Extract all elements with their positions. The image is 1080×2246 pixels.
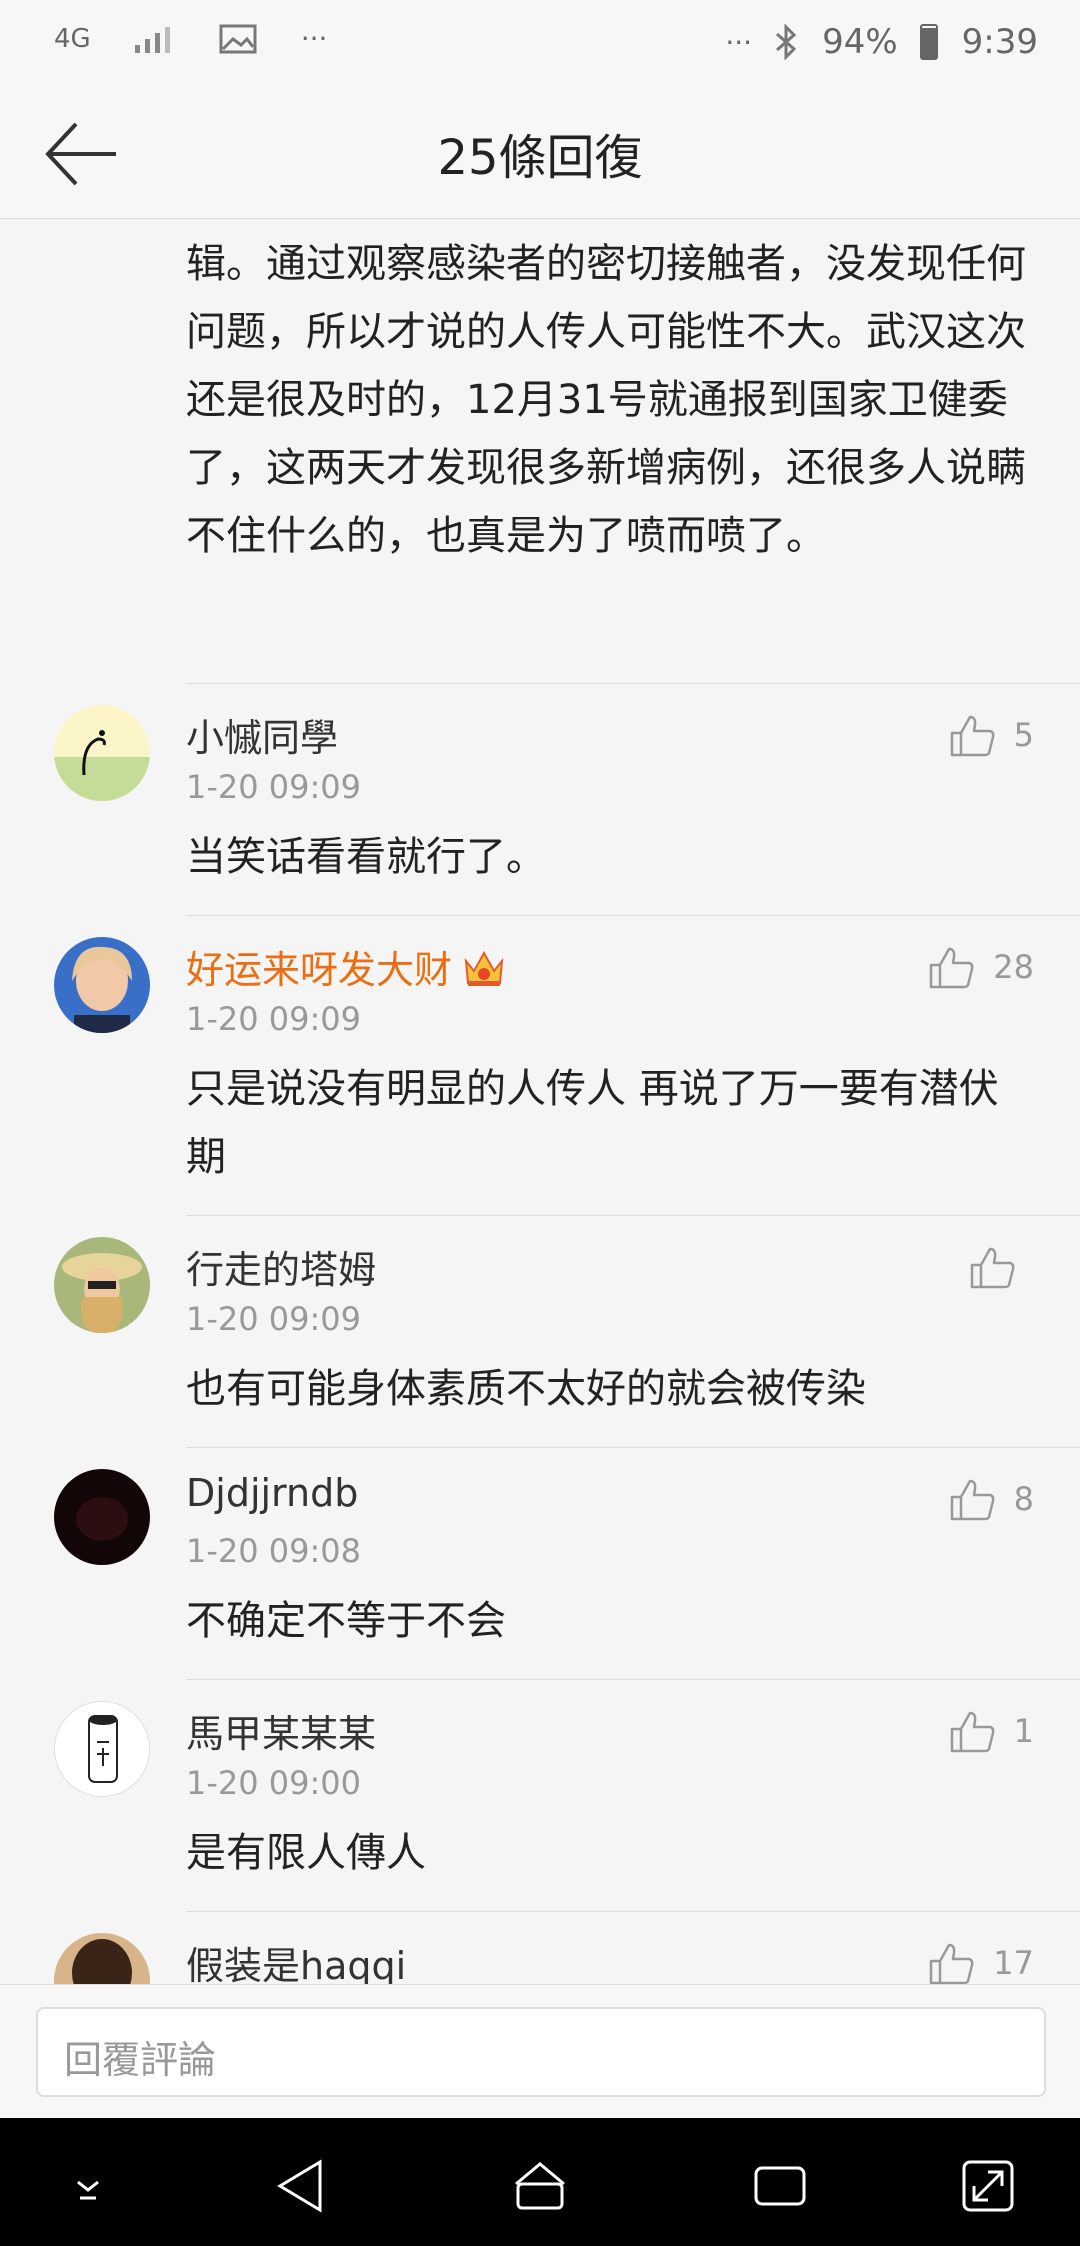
image-icon bbox=[219, 24, 257, 53]
comment-item: 小慽同學 1-20 09:09 当笑话看看就行了。 5 bbox=[0, 683, 1080, 915]
comment-time: 1-20 09:00 bbox=[186, 1764, 362, 1802]
like-count: 5 bbox=[1013, 716, 1034, 754]
vip-crown-icon bbox=[462, 947, 506, 998]
comment-text: 不确定不等于不会 bbox=[186, 1598, 506, 1644]
home-nav-icon[interactable] bbox=[510, 2156, 570, 2216]
like-count: 17 bbox=[993, 1944, 1034, 1982]
comment-text: 当笑话看看就行了。 bbox=[186, 834, 546, 880]
thumbs-up-icon bbox=[950, 1479, 995, 1521]
like-count: 28 bbox=[993, 948, 1034, 986]
comment-item: 行走的塔姆 1-20 09:09 也有可能身体素质不太好的就会被传染 bbox=[0, 1215, 1080, 1447]
bluetooth-icon bbox=[776, 24, 797, 60]
comment-text: 只是说没有明显的人传人 再说了万一要有潜伏期 bbox=[186, 1066, 999, 1180]
comment-list[interactable]: 很多人都只会喷官方，但是没思考一下里面的逻辑。通过观察感染者的密切接触者，没发现… bbox=[0, 218, 1080, 1984]
more-notifications-icon: ··· bbox=[300, 22, 328, 55]
comment-time: 1-20 09:08 bbox=[186, 1532, 362, 1570]
comment-item: 馬甲某某某 1-20 09:00 是有限人傳人 1 bbox=[0, 1679, 1080, 1911]
like-count: 1 bbox=[1013, 1712, 1034, 1750]
battery-percent: 94% bbox=[822, 22, 898, 62]
thumbs-up-icon bbox=[970, 1247, 1015, 1289]
thumbs-up-icon bbox=[950, 715, 995, 757]
comment-text: 很多人都只会喷官方，但是没思考一下里面的逻辑。通过观察感染者的密切接触者，没发现… bbox=[186, 218, 1026, 559]
avatar[interactable] bbox=[54, 1701, 150, 1797]
status-bar: 4G ··· ··· 94% 9:39 bbox=[0, 0, 1080, 90]
page-title: 25條回復 bbox=[437, 130, 643, 186]
expand-icon[interactable] bbox=[958, 2156, 1018, 2216]
system-nav-bar bbox=[0, 2118, 1080, 2246]
hide-keyboard-icon[interactable] bbox=[58, 2156, 118, 2216]
like-button[interactable] bbox=[970, 1245, 1034, 1289]
back-nav-icon[interactable] bbox=[272, 2156, 332, 2216]
signal-icon bbox=[134, 26, 170, 53]
user-name[interactable]: 假装是haqqi bbox=[186, 1935, 406, 1984]
comment-time: 1-20 09:09 bbox=[186, 768, 362, 806]
avatar[interactable] bbox=[54, 705, 150, 801]
network-icon: 4G bbox=[54, 23, 91, 54]
comment-item: 假装是haqqi 17 bbox=[0, 1911, 1080, 1984]
clock: 9:39 bbox=[961, 22, 1038, 62]
comment-text: 是有限人傳人 bbox=[186, 1830, 426, 1876]
avatar[interactable] bbox=[54, 937, 150, 1033]
comment-time: 1-20 09:09 bbox=[186, 1300, 362, 1338]
header: 25條回復 bbox=[0, 90, 1080, 219]
user-name[interactable]: 行走的塔姆 bbox=[186, 1239, 376, 1294]
like-count: 8 bbox=[1013, 1480, 1034, 1518]
comment-time: 1-20 09:09 bbox=[186, 1000, 362, 1038]
like-button[interactable]: 17 bbox=[929, 1941, 1034, 1984]
like-button[interactable]: 28 bbox=[929, 945, 1034, 989]
thumbs-up-icon bbox=[930, 947, 974, 989]
comment-text: 也有可能身体素质不太好的就会被传染 bbox=[186, 1366, 866, 1412]
avatar[interactable] bbox=[54, 1933, 150, 1984]
user-name-text: 好运来呀发大财 bbox=[186, 948, 453, 992]
user-name[interactable]: Djdjjrndb bbox=[186, 1471, 358, 1515]
user-name[interactable]: 小慽同學 bbox=[186, 707, 338, 762]
avatar[interactable] bbox=[54, 1237, 150, 1333]
user-name[interactable]: 好运来呀发大财 bbox=[186, 939, 506, 998]
thumbs-up-icon bbox=[930, 1943, 974, 1984]
like-button[interactable]: 1 bbox=[950, 1709, 1034, 1753]
thumbs-up-icon bbox=[950, 1711, 995, 1753]
comment-item: 好运来呀发大财 1-20 09:09 只是说没有明显的人传人 再说了万一要有潜伏… bbox=[0, 915, 1080, 1215]
reply-bar: 回覆評論 bbox=[0, 1984, 1080, 2119]
like-button[interactable]: 8 bbox=[950, 1477, 1034, 1521]
user-name[interactable]: 馬甲某某某 bbox=[186, 1703, 376, 1758]
more-status-icon: ··· bbox=[725, 25, 753, 59]
avatar[interactable] bbox=[54, 1469, 150, 1565]
battery-icon bbox=[919, 24, 938, 60]
reply-placeholder: 回覆評論 bbox=[64, 2038, 217, 2082]
like-button[interactable]: 5 bbox=[950, 713, 1034, 757]
reply-input[interactable]: 回覆評論 bbox=[36, 2007, 1046, 2097]
comment-item: Djdjjrndb 1-20 09:08 不确定不等于不会 8 bbox=[0, 1447, 1080, 1679]
recent-apps-icon[interactable] bbox=[750, 2156, 810, 2216]
